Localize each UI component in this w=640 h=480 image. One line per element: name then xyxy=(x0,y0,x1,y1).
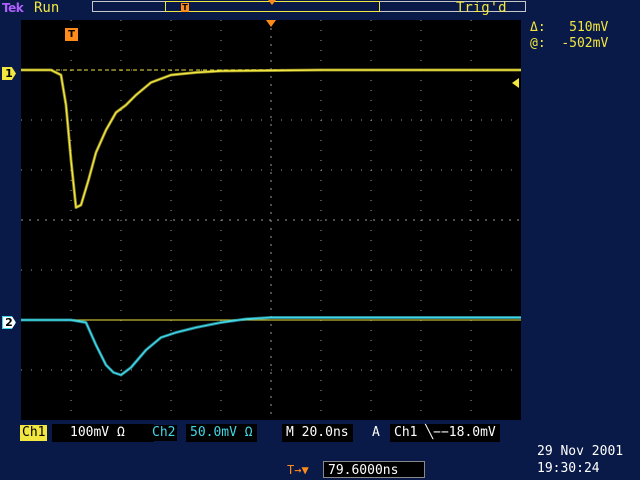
date-display: 29 Nov 2001 xyxy=(537,444,624,459)
trigger-level-arrow-icon[interactable] xyxy=(512,78,519,88)
waveform-display[interactable] xyxy=(21,20,521,420)
screen-center-arrow-icon xyxy=(266,20,276,27)
run-state: Run xyxy=(34,0,60,16)
at-label: @: xyxy=(530,36,546,51)
trigger-setting: Ch1 ╲−−18.0mV xyxy=(390,424,500,442)
record-trigger-marker: T xyxy=(181,3,189,12)
horizontal-position-icon: T→▼ xyxy=(287,463,309,477)
brand-logo: Tek xyxy=(2,1,24,15)
graticule xyxy=(21,20,521,420)
ch1-label[interactable]: Ch1 xyxy=(20,425,48,441)
trigger-state: Trig'd xyxy=(456,0,507,16)
ch2-label[interactable]: Ch2 xyxy=(150,425,178,441)
top-status-bar: Tek Run T Trig'd xyxy=(0,0,640,18)
timebase: M 20.0ns xyxy=(282,424,353,442)
ch1-scale: 100mV Ω xyxy=(52,424,154,442)
trigger-time-marker[interactable]: T xyxy=(65,28,78,41)
ch1-ground-marker[interactable]: 1 xyxy=(2,67,16,80)
delta-value: 510mV xyxy=(569,20,609,35)
at-value: -502mV xyxy=(561,36,609,51)
ch2-scale: 50.0mV Ω xyxy=(186,424,257,442)
record-center-arrow-icon xyxy=(268,0,276,5)
delta-label: Δ: xyxy=(530,20,546,35)
cursor-readout: Δ: 510mV @: -502mV xyxy=(530,20,608,52)
ch2-ground-marker[interactable]: 2 xyxy=(2,316,16,329)
time-display: 19:30:24 xyxy=(537,461,600,476)
acquisition-mode: A xyxy=(372,425,380,440)
horizontal-position-value[interactable]: 79.6000ns xyxy=(323,461,425,478)
channel-status-bar: Ch1 100mV Ω Ch2 50.0mV Ω M 20.0ns A Ch1 … xyxy=(20,424,526,442)
